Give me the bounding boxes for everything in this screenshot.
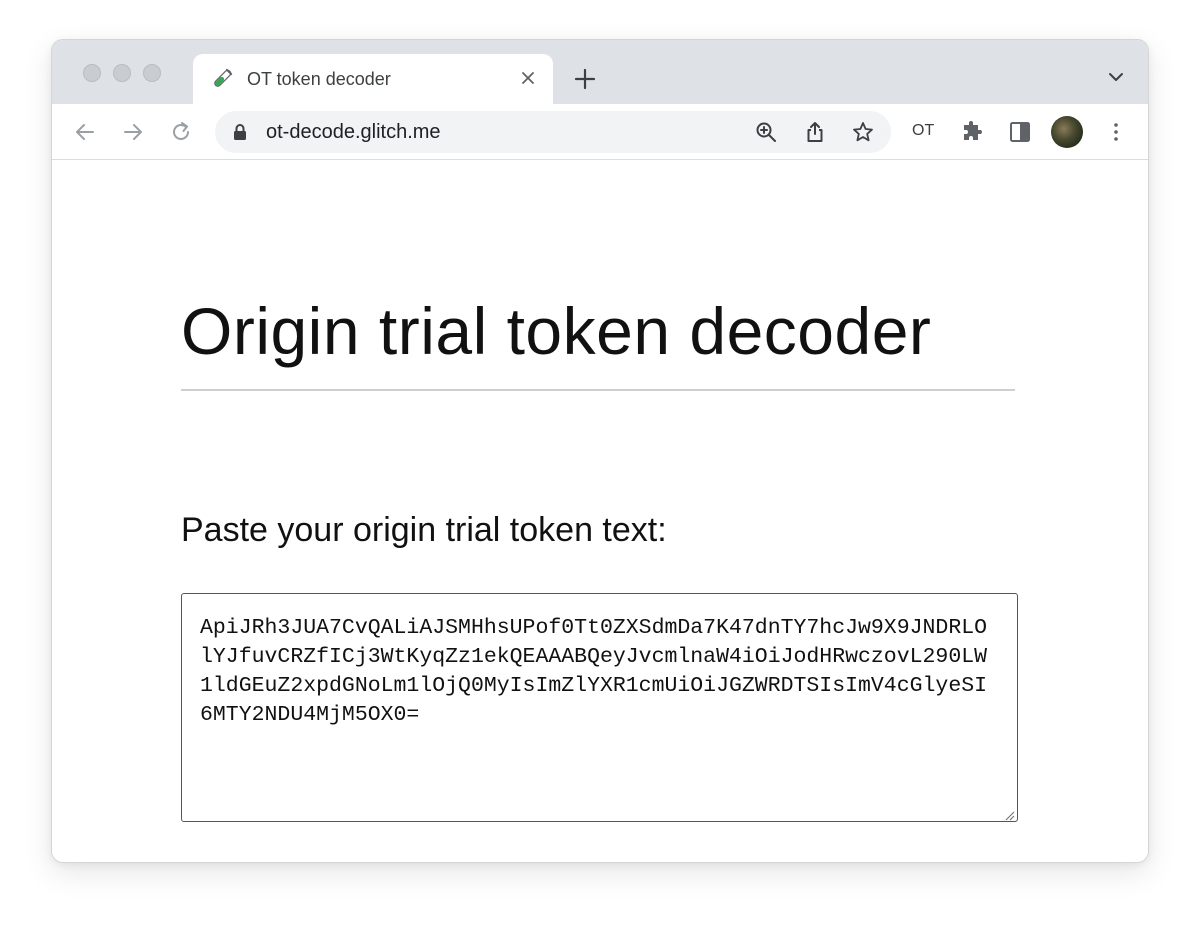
extensions-puzzle-icon[interactable] — [960, 120, 984, 144]
test-tube-icon — [214, 68, 233, 87]
page-content: Origin trial token decoder Paste your or… — [52, 161, 1148, 862]
maximize-window-button[interactable] — [143, 64, 161, 82]
lock-icon[interactable] — [233, 123, 247, 141]
bookmark-star-icon[interactable] — [852, 121, 874, 143]
close-tab-button[interactable] — [517, 67, 539, 89]
chevron-down-icon[interactable] — [1106, 70, 1126, 84]
resize-handle-icon[interactable] — [1003, 809, 1015, 821]
tab-strip: OT token decoder — [52, 40, 1148, 104]
back-icon[interactable] — [73, 120, 97, 144]
address-bar[interactable]: ot-decode.glitch.me — [215, 111, 891, 153]
url-text[interactable]: ot-decode.glitch.me — [266, 121, 441, 143]
title-divider — [181, 389, 1015, 391]
browser-window: OT token decoder ot-decode.glitch.me OT … — [51, 39, 1149, 863]
share-icon[interactable] — [804, 121, 826, 143]
token-input[interactable]: ApiJRh3JUA7CvQALiAJSMHhsUPof0Tt0ZXSdmDa7… — [181, 593, 1018, 822]
forward-icon[interactable] — [121, 120, 145, 144]
profile-avatar[interactable] — [1051, 116, 1083, 148]
side-panel-icon[interactable] — [1008, 120, 1032, 144]
ot-extension-button[interactable]: OT — [912, 121, 934, 141]
tab-title: OT token decoder — [247, 69, 391, 89]
close-icon — [522, 72, 534, 84]
zoom-icon[interactable] — [755, 121, 777, 143]
reload-icon[interactable] — [169, 120, 193, 144]
tab-ot-token-decoder[interactable]: OT token decoder — [193, 54, 553, 104]
minimize-window-button[interactable] — [113, 64, 131, 82]
new-tab-button[interactable] — [573, 67, 597, 91]
token-prompt-label: Paste your origin trial token text: — [181, 511, 667, 549]
browser-toolbar: ot-decode.glitch.me OT — [52, 104, 1148, 160]
page-title: Origin trial token decoder — [181, 294, 932, 368]
more-menu-icon[interactable] — [1104, 120, 1128, 144]
close-window-button[interactable] — [83, 64, 101, 82]
